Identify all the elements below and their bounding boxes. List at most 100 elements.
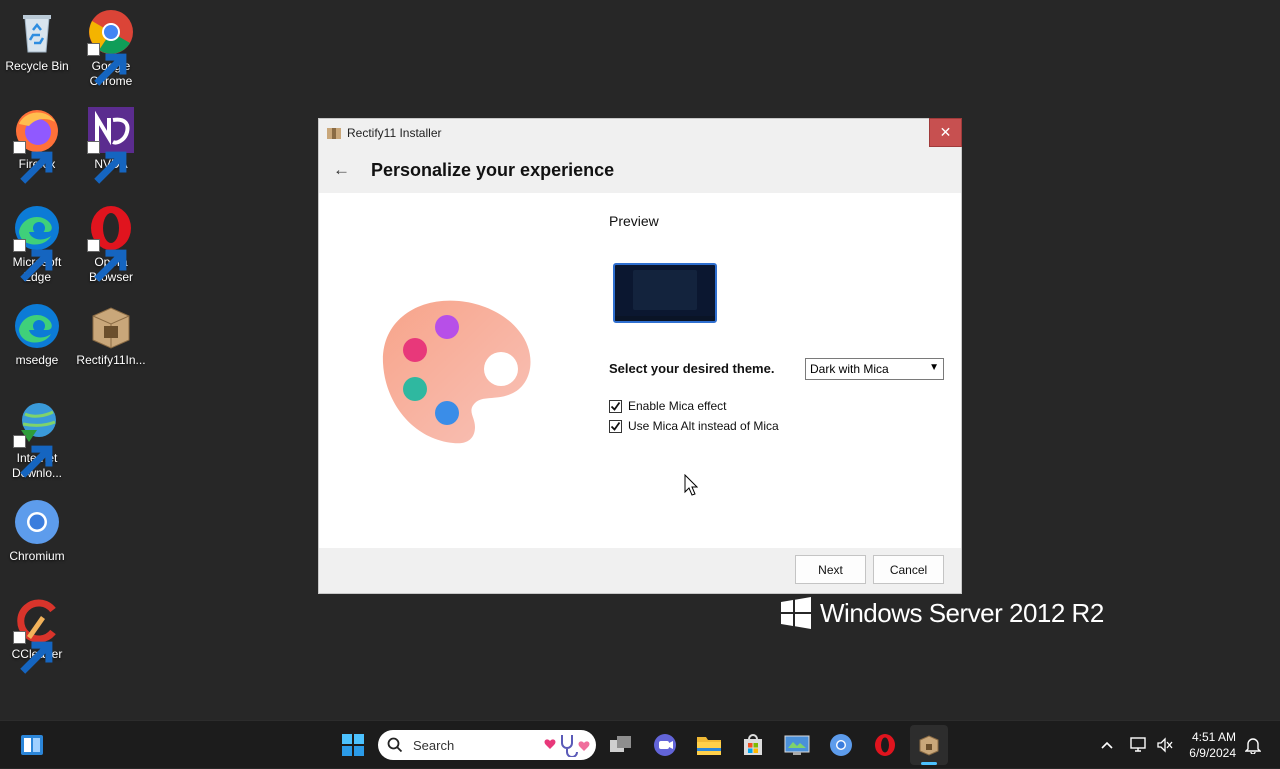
desktop-icon-chromium[interactable]: Chromium [0,498,74,564]
shortcut-arrow-icon [13,239,53,282]
desktop-icon-label: msedge [15,353,59,367]
desktop-icon-ccleaner[interactable]: CCleaner [0,596,74,674]
desktop-icon-opera-browser[interactable]: Opera Browser [74,204,148,285]
mica-alt-label: Use Mica Alt instead of Mica [628,419,779,433]
shortcut-arrow-icon [87,239,127,282]
stethoscope-hearts-icon [544,735,590,757]
chromium-icon [13,498,61,546]
page-content: Preview Select your desired theme. Dark … [319,193,961,548]
preview-taskbar [615,316,715,321]
control-panel-icon [784,735,810,755]
shortcut-arrow-icon [87,43,127,86]
desktop-icon-microsoft-edge[interactable]: Microsoft Edge [0,204,74,285]
active-app-indicator [921,762,937,765]
theme-dropdown[interactable]: Dark with Mica ▼ [805,358,944,380]
edge-icon [13,204,61,282]
back-arrow-icon[interactable]: ← [333,160,359,180]
enable-mica-checkbox[interactable] [609,399,622,413]
clock-date: 6/9/2024 [1189,746,1236,760]
theme-selected-value: Dark with Mica [810,362,889,376]
show-hidden-icons-button[interactable] [1096,721,1118,769]
desktop-icon-firefox[interactable]: Firefox [0,106,74,184]
window-title: Rectify11 Installer [347,126,442,140]
mica-alt-checkbox[interactable] [609,419,622,433]
folder-icon [697,737,721,755]
globe-download-icon [13,400,61,478]
desktop-icon-nvda[interactable]: NVDA [74,106,148,184]
opera-taskbar-button[interactable] [870,721,900,769]
recycle-bin-icon [13,8,61,56]
taskbar: Search 4:51 AM 6/9/2024 [0,720,1280,768]
chevron-down-icon: ▼ [929,362,939,373]
package-icon [919,735,939,756]
theme-preview-image [613,263,717,323]
windows-start-icon [342,734,364,756]
desktop-icon-google-chrome[interactable]: Google Chrome [74,8,148,89]
package-icon [87,302,135,350]
chrome-icon [87,8,135,86]
installer-taskbar-button[interactable] [910,725,948,765]
desktop-icon-label: Rectify11In... [76,353,146,367]
taskbar-search[interactable]: Search [378,730,596,760]
mica-alt-option[interactable]: Use Mica Alt instead of Mica [609,419,779,433]
task-view-icon [610,736,631,752]
installer-window: Rectify11 Installer ✕ ← Personalize your… [318,118,962,594]
shortcut-arrow-icon [87,141,127,184]
windows-logo-icon [781,597,811,629]
chevron-up-icon [1101,741,1113,749]
desktop-icon-msedge[interactable]: msedge [0,302,74,368]
window-titlebar[interactable]: Rectify11 Installer ✕ [319,118,962,147]
desktop-icon-recycle-bin[interactable]: Recycle Bin [0,8,74,74]
volume-muted-icon [1157,737,1173,753]
shortcut-arrow-icon [13,141,53,184]
chat-icon [654,734,676,756]
desktop-icon-internet-download-manager[interactable]: Internet Downlo... [0,400,74,481]
close-button[interactable]: ✕ [929,118,962,147]
desktop-icon-rectify11-installer[interactable]: Rectify11In... [74,302,148,368]
task-view-button[interactable] [606,721,636,769]
preview-label: Preview [609,213,659,229]
palette-icon [382,300,531,444]
mouse-cursor-icon [684,474,698,496]
network-icon [1130,737,1146,752]
desktop-icon-label: Chromium [9,549,65,563]
store-icon [744,734,762,755]
checkmark-icon [610,421,621,431]
volume-button[interactable] [1154,721,1176,769]
enable-mica-label: Enable Mica effect [628,399,727,413]
clock[interactable]: 4:51 AM 6/9/2024 [1189,729,1236,761]
desktop-icon-label: Recycle Bin [5,59,69,73]
checkmark-icon [610,401,621,411]
page-title: Personalize your experience [371,159,615,180]
chromium-icon [830,734,852,756]
ccleaner-icon [13,596,61,674]
search-placeholder: Search [413,737,455,753]
edge-icon [13,302,61,350]
control-panel-button[interactable] [782,721,812,769]
os-watermark: Windows Server 2012 R2 [780,597,1104,629]
next-button[interactable]: Next [795,555,866,584]
search-icon [387,737,403,753]
notifications-button[interactable] [1242,721,1264,769]
package-icon [327,128,341,139]
shortcut-arrow-icon [13,631,53,674]
chat-button[interactable] [650,721,680,769]
chromium-taskbar-button[interactable] [826,721,856,769]
cancel-button[interactable]: Cancel [873,555,944,584]
opera-icon [87,204,135,282]
widgets-icon [21,735,43,755]
start-button[interactable] [338,721,368,769]
page-header: ← Personalize your experience [319,147,961,193]
enable-mica-option[interactable]: Enable Mica effect [609,399,727,413]
preview-inner-window [633,270,697,310]
clock-time: 4:51 AM [1191,730,1236,744]
store-button[interactable] [738,721,768,769]
firefox-icon [13,106,61,184]
window-footer: Next Cancel [319,548,961,593]
widgets-button[interactable] [16,721,48,769]
opera-icon [875,734,895,756]
file-explorer-button[interactable] [694,721,724,769]
network-button[interactable] [1128,721,1150,769]
nvda-icon [87,106,135,184]
bell-icon [1245,738,1261,754]
